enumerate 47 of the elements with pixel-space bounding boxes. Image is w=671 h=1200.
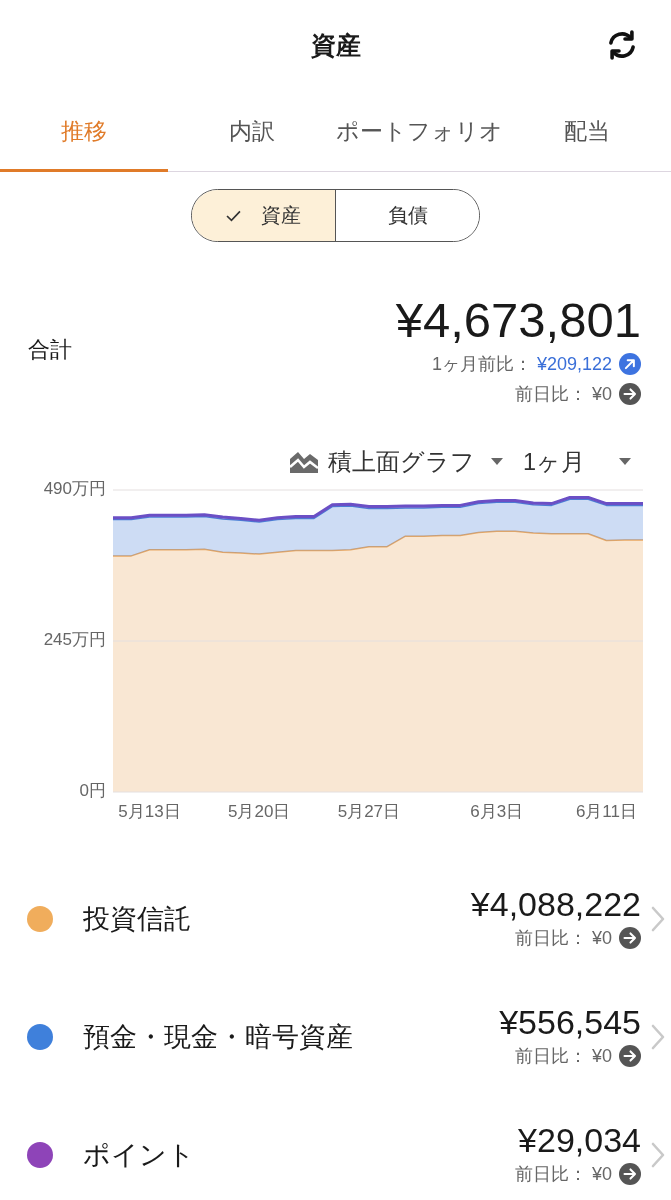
page-title: 資産	[310, 30, 361, 60]
chevron-right-icon[interactable]	[651, 906, 665, 932]
y-axis-label: 245万円	[43, 630, 106, 650]
y-axis-label: 0円	[79, 781, 106, 801]
tab[interactable]: 配当	[503, 90, 671, 172]
arrow-right-icon	[619, 1045, 641, 1067]
change-label: 1ヶ月前比：	[431, 353, 532, 376]
change-label: 前日比：	[514, 1045, 587, 1068]
caret-down-icon	[490, 458, 503, 465]
arrow-right-icon	[619, 1163, 641, 1185]
change-value: ¥209,122	[536, 353, 612, 375]
arrow-right-icon	[619, 383, 641, 405]
change-value: ¥0	[591, 383, 612, 405]
change-label: 前日比：	[514, 927, 587, 950]
total-label: 合計	[28, 336, 72, 364]
x-axis-label: 6月11日	[575, 802, 637, 822]
x-axis-label: 5月13日	[118, 802, 181, 822]
asset-amount: ¥29,034	[518, 1121, 641, 1159]
x-axis-label: 5月20日	[228, 802, 291, 822]
arrow-right-icon	[619, 927, 641, 949]
y-axis-label: 490万円	[43, 480, 106, 499]
asset-name[interactable]: ポイント	[83, 1137, 195, 1173]
segment-button[interactable]: 資産	[192, 190, 335, 241]
x-axis-label: 5月27日	[337, 802, 401, 822]
asset-amount: ¥556,545	[499, 1003, 641, 1041]
chevron-right-icon[interactable]	[651, 1024, 665, 1050]
arrow-up-right-icon	[619, 353, 641, 375]
change-value: ¥0	[591, 1163, 612, 1185]
refresh-icon[interactable]	[607, 30, 637, 60]
caret-down-icon	[619, 458, 631, 465]
asset-amount: ¥4,088,222	[470, 885, 641, 923]
check-icon	[226, 209, 241, 222]
chevron-right-icon[interactable]	[651, 1142, 665, 1168]
period-dropdown[interactable]: 1ヶ月	[522, 445, 631, 478]
asset-name[interactable]: 預金・現金・暗号資産	[83, 1019, 353, 1055]
tab[interactable]: ポートフォリオ	[335, 90, 504, 172]
chart-type-dropdown[interactable]: 積上面グラフ	[289, 445, 503, 478]
stacked-area-chart-icon	[289, 450, 318, 473]
tab[interactable]: 内訳	[167, 90, 336, 172]
asset-name[interactable]: 投資信託	[83, 901, 191, 937]
x-axis-label: 6月3日	[470, 802, 524, 822]
change-value: ¥0	[591, 1045, 612, 1067]
change-value: ¥0	[591, 927, 612, 949]
change-label: 前日比：	[514, 383, 587, 406]
total-amount: ¥4,673,801	[395, 292, 641, 349]
segment-button[interactable]: 負債	[335, 190, 479, 241]
change-label: 前日比：	[514, 1163, 587, 1186]
